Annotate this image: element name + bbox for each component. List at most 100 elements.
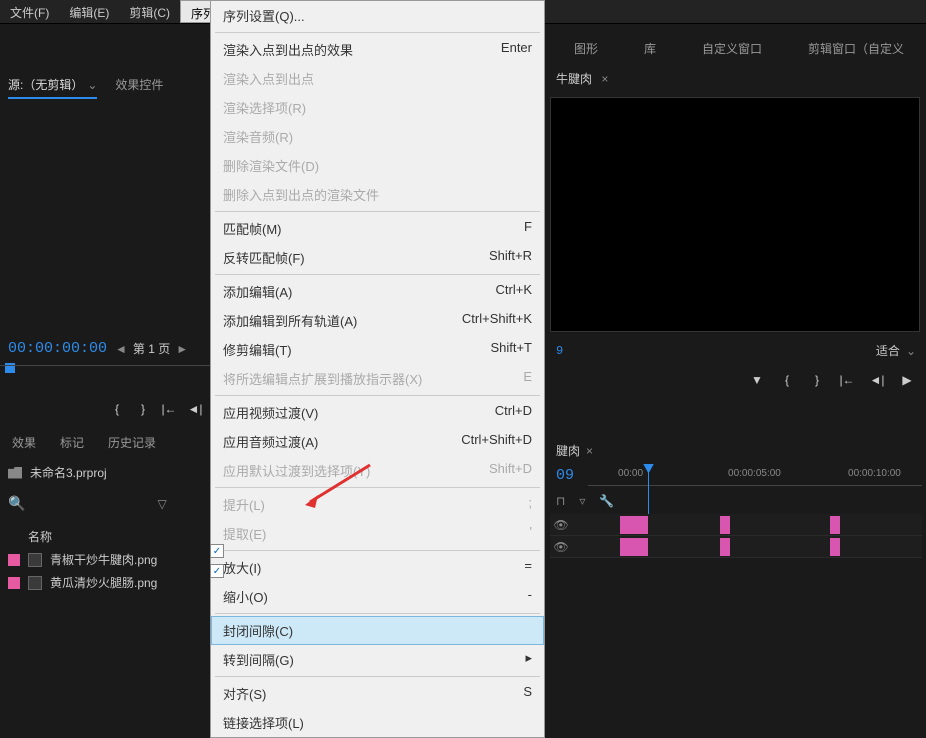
shortcut: ; — [528, 495, 532, 514]
shortcut: Ctrl+Shift+K — [462, 311, 532, 330]
eye-icon[interactable]: 👁 — [554, 518, 568, 532]
file-icon — [28, 553, 42, 567]
menu-file[interactable]: 文件(F) — [0, 0, 59, 23]
menu-close-gap[interactable]: 封闭间隙(C) — [211, 616, 544, 645]
snap-checkbox[interactable]: ✓ — [210, 544, 224, 558]
shortcut: Enter — [501, 40, 532, 59]
close-icon[interactable]: × — [586, 444, 593, 458]
sequence-dropdown: 序列设置(Q)... 渲染入点到出点的效果Enter 渲染入点到出点 渲染选择项… — [210, 0, 545, 738]
marker-icon[interactable]: ▿ — [579, 494, 585, 508]
source-tab-noclip[interactable]: 源:（无剪辑）⌄ — [8, 76, 97, 99]
source-tab-effects[interactable]: 效果控件 — [115, 76, 163, 99]
shortcut: Shift+D — [489, 461, 532, 480]
shortcut: Shift+T — [490, 340, 532, 359]
menu-zoom-in[interactable]: 放大(I)= — [211, 553, 544, 582]
bin-item[interactable]: 青椒干炒牛腱肉.png — [8, 548, 208, 571]
menu-extend-edit: 将所选编辑点扩展到播放指示器(X)E — [211, 364, 544, 393]
program-transport: ▼ { } |← ◄| ▶ — [546, 365, 926, 395]
timeline-timecode[interactable]: 09 — [546, 463, 584, 488]
step-back-icon[interactable]: ◄| — [868, 371, 886, 389]
bottom-panel-tabs: 效果 标记 历史记录 — [12, 434, 156, 451]
menu-reverse-match[interactable]: 反转匹配帧(F)Shift+R — [211, 243, 544, 272]
close-icon[interactable]: × — [601, 72, 608, 86]
tab-effects[interactable]: 效果 — [12, 434, 36, 451]
mark-out-icon[interactable]: } — [134, 400, 152, 418]
workspace-tabs: 图形 库 自定义窗口 剪辑窗口（自定义 — [556, 36, 926, 60]
source-timecode[interactable]: 00:00:00:00 — [8, 340, 107, 357]
clip[interactable] — [830, 538, 840, 556]
menu-zoom-out[interactable]: 缩小(O)- — [211, 582, 544, 611]
menu-go-to-gap[interactable]: 转到间隔(G)▸ — [211, 645, 544, 674]
search-input[interactable] — [31, 494, 151, 513]
timeline-title[interactable]: 腱肉 × — [546, 438, 926, 463]
search-row: 🔍 ▽ — [8, 494, 167, 513]
step-back-icon[interactable]: ◄| — [186, 400, 204, 418]
folder-icon — [8, 467, 22, 479]
source-panel: 源:（无剪辑）⌄ 效果控件 — [0, 72, 210, 103]
filter-icon[interactable]: ▽ — [157, 497, 166, 511]
tab-custom-window[interactable]: 自定义窗口 — [694, 36, 770, 60]
search-icon[interactable]: 🔍 — [8, 495, 25, 512]
menu-render-in-out-effects[interactable]: 渲染入点到出点的效果Enter — [211, 35, 544, 64]
menu-match-frame[interactable]: 匹配帧(M)F — [211, 214, 544, 243]
menu-add-edit[interactable]: 添加编辑(A)Ctrl+K — [211, 277, 544, 306]
snap-icon[interactable]: ⊓ — [556, 494, 565, 508]
mark-out-icon[interactable]: { — [778, 371, 796, 389]
shortcut: Ctrl+D — [495, 403, 532, 422]
go-in-icon[interactable]: |← — [160, 400, 178, 418]
ruler-label: 00:00:05:00 — [728, 468, 781, 479]
program-panel: 牛腱肉 × 9 适合 ⌄ ▼ { } |← ◄| ▶ — [546, 64, 926, 395]
menu-add-edit-all[interactable]: 添加编辑到所有轨道(A)Ctrl+Shift+K — [211, 306, 544, 335]
shortcut: = — [524, 558, 532, 577]
clip[interactable] — [620, 538, 648, 556]
eye-icon[interactable]: 👁 — [554, 540, 568, 554]
tab-clip-window[interactable]: 剪辑窗口（自定义 — [800, 36, 912, 60]
menu-edit[interactable]: 编辑(E) — [59, 0, 119, 23]
menu-apply-video[interactable]: 应用视频过渡(V)Ctrl+D — [211, 398, 544, 427]
shortcut: Ctrl+Shift+D — [461, 432, 532, 451]
video-track[interactable]: 👁 — [550, 514, 922, 536]
menu-linked-sel[interactable]: 链接选择项(L) — [211, 708, 544, 737]
tab-library[interactable]: 库 — [636, 36, 664, 60]
tab-markers[interactable]: 标记 — [60, 434, 84, 451]
file-icon — [28, 576, 42, 590]
menu-snap[interactable]: 对齐(S)S — [211, 679, 544, 708]
video-track[interactable]: 👁 — [550, 536, 922, 558]
program-timecode[interactable]: 9 — [556, 344, 563, 358]
go-in-icon[interactable]: |← — [838, 371, 856, 389]
bin-item[interactable]: 黄瓜清炒火腿肠.png — [8, 571, 208, 594]
timeline-tools: ⊓ ▿ 🔧 — [546, 488, 926, 514]
mark-in-icon[interactable]: ▼ — [748, 371, 766, 389]
play-icon[interactable]: ▶ — [898, 371, 916, 389]
mark-in-icon[interactable]: { — [108, 400, 126, 418]
menu-trim-edit[interactable]: 修剪编辑(T)Shift+T — [211, 335, 544, 364]
next-page-icon[interactable]: ► — [176, 342, 188, 356]
menu-apply-audio[interactable]: 应用音频过渡(A)Ctrl+Shift+D — [211, 427, 544, 456]
tab-graphics[interactable]: 图形 — [566, 36, 606, 60]
chevron-down-icon: ⌄ — [906, 344, 916, 358]
source-ruler[interactable] — [0, 365, 210, 385]
chevron-down-icon[interactable]: ⌄ — [87, 78, 97, 92]
clip[interactable] — [720, 538, 730, 556]
timeline-panel: 腱肉 × 09 00:00 00:00:05:00 00:00:10:00 ⊓ … — [546, 438, 926, 558]
menu-delete-render-in-out: 删除入点到出点的渲染文件 — [211, 180, 544, 209]
shortcut: Ctrl+K — [496, 282, 532, 301]
tab-history[interactable]: 历史记录 — [108, 434, 156, 451]
bin-list: 青椒干炒牛腱肉.png 黄瓜清炒火腿肠.png — [8, 548, 208, 594]
program-viewer[interactable] — [550, 97, 920, 332]
clip[interactable] — [830, 516, 840, 534]
linked-checkbox[interactable]: ✓ — [210, 564, 224, 578]
wrench-icon[interactable]: 🔧 — [599, 494, 614, 508]
clip[interactable] — [720, 516, 730, 534]
zoom-dropdown[interactable]: 适合 ⌄ — [876, 342, 916, 359]
program-title[interactable]: 牛腱肉 × — [546, 64, 926, 93]
menu-clip[interactable]: 剪辑(C) — [119, 0, 180, 23]
clip[interactable] — [620, 516, 648, 534]
menu-seq-settings[interactable]: 序列设置(Q)... — [211, 1, 544, 30]
page-nav: ◄ 第 1 页 ► — [115, 340, 188, 357]
shortcut: S — [523, 684, 532, 703]
bin-column-name[interactable]: 名称 — [28, 528, 52, 545]
project-header: 未命名3.prproj — [8, 464, 107, 481]
mark-out-icon[interactable]: } — [808, 371, 826, 389]
prev-page-icon[interactable]: ◄ — [115, 342, 127, 356]
